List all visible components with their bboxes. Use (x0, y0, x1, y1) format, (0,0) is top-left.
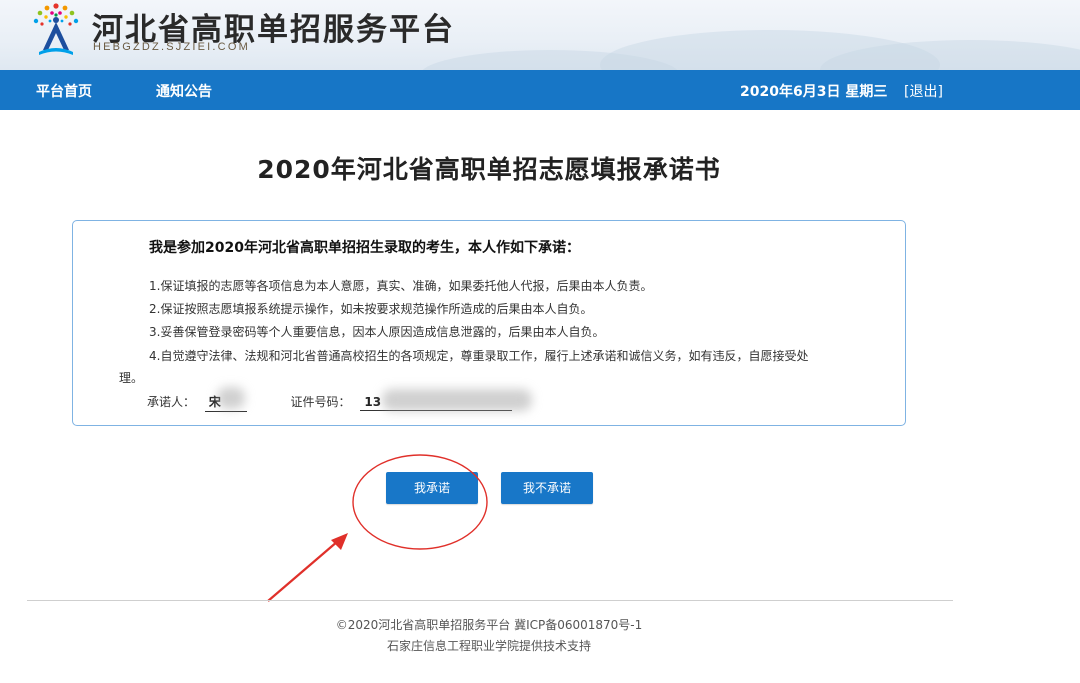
current-date: 2020年6月3日 星期三 (740, 84, 888, 100)
id-number-label: 证件号码： (290, 395, 351, 409)
signer-label: 承诺人： (147, 395, 196, 409)
pointer-arrow-shaft (267, 540, 339, 602)
id-number-field: 13 (360, 389, 533, 411)
logout-link[interactable]: [退出] (904, 81, 943, 101)
pledge-item: 3.妥善保管登录密码等个人重要信息，因本人原因造成信息泄露的，后果由本人自负。 (149, 325, 605, 339)
redaction-blur (216, 387, 245, 409)
top-nav: 平台首页 通知公告 2020年6月3日 星期三 [退出] (0, 70, 1080, 110)
signature-row: 承诺人： 宋 证件号码： 13 (147, 387, 533, 412)
id-number-value: 13 (364, 395, 382, 409)
agree-button[interactable]: 我承诺 (386, 472, 478, 504)
pledge-item: 4.自觉遵守法律、法规和河北省普通高校招生的各项规定，尊重录取工作，履行上述承诺… (149, 349, 809, 363)
pointer-arrow-icon (331, 533, 348, 550)
pledge-item: 1.保证填报的志愿等各项信息为本人意愿，真实、准确，如果委托他人代报，后果由本人… (149, 279, 653, 293)
nav-notices-link[interactable]: 通知公告 (156, 81, 212, 101)
footer-divider (27, 600, 953, 601)
page-title: 2020年河北省高职单招志愿填报承诺书 (257, 155, 721, 184)
pledge-item-continuation: 理。 (119, 371, 144, 385)
site-url: HEBGZDZ.SJZIEI.COM (93, 41, 250, 53)
pledge-item: 2.保证按照志愿填报系统提示操作，如未按要求规范操作所造成的后果由本人自负。 (149, 302, 593, 316)
nav-home-link[interactable]: 平台首页 (36, 81, 92, 101)
footer-support: 石家庄信息工程职业学院提供技术支持 (386, 639, 591, 653)
redaction-blur (382, 389, 533, 411)
disagree-button[interactable]: 我不承诺 (501, 472, 593, 504)
site-header: 河北省高职单招服务平台 HEBGZDZ.SJZIEI.COM (0, 0, 1080, 70)
site-logo-icon (33, 3, 79, 55)
signer-name-field: 宋 (204, 387, 247, 412)
pledge-heading: 我是参加2020年河北省高职单招招生录取的考生，本人作如下承诺： (149, 240, 580, 256)
pledge-box: 我是参加2020年河北省高职单招招生录取的考生，本人作如下承诺： 1.保证填报的… (72, 220, 906, 426)
footer-copyright: ©2020河北省高职单招服务平台 冀ICP备06001870号-1 (335, 618, 643, 632)
